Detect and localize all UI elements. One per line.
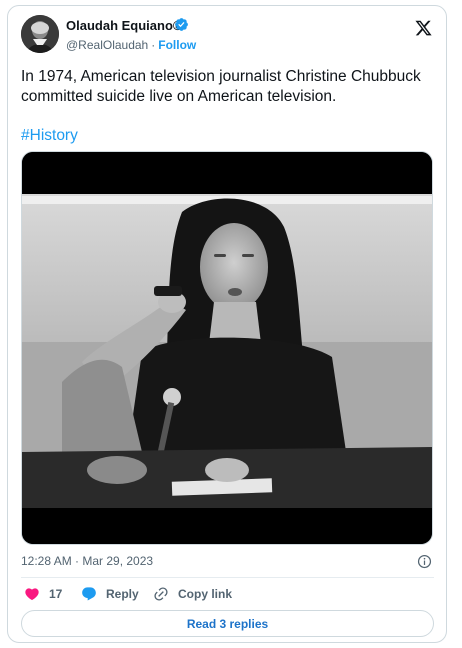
separator-dot: ·: [151, 38, 156, 52]
reply-label: Reply: [106, 587, 139, 601]
hashtag-link[interactable]: #History: [21, 127, 78, 145]
copy-link-label: Copy link: [178, 587, 233, 601]
like-button[interactable]: 17: [24, 586, 62, 602]
read-replies-button[interactable]: Read 3 replies: [21, 610, 434, 637]
avatar[interactable]: [21, 15, 59, 53]
tweet-media-image[interactable]: [21, 151, 433, 545]
x-logo-icon[interactable]: [414, 19, 433, 37]
verified-badge-icon: [175, 18, 188, 31]
like-count: 17: [49, 587, 63, 601]
heart-icon: [25, 588, 39, 601]
embedded-tweet-card: Olaudah Equiano® @RealOlaudah · Follow In …: [7, 5, 447, 643]
link-icon: [154, 587, 168, 601]
info-icon[interactable]: [417, 554, 432, 569]
author-handle[interactable]: @RealOlaudah: [66, 38, 148, 52]
divider: [21, 577, 434, 578]
reply-bubble-icon: [82, 587, 96, 601]
tweet-timestamp[interactable]: 12:28 AM · Mar 29, 2023: [21, 554, 153, 568]
reply-button[interactable]: Reply: [81, 586, 139, 602]
media-photo: [22, 152, 432, 544]
follow-button[interactable]: Follow: [158, 38, 196, 52]
tweet-text: In 1974, American television journalist …: [21, 68, 421, 105]
copy-link-button[interactable]: Copy link: [153, 586, 232, 602]
avatar-image: [21, 15, 59, 53]
author-name[interactable]: Olaudah Equiano®: [66, 18, 182, 33]
handle-row: @RealOlaudah · Follow: [66, 38, 196, 52]
